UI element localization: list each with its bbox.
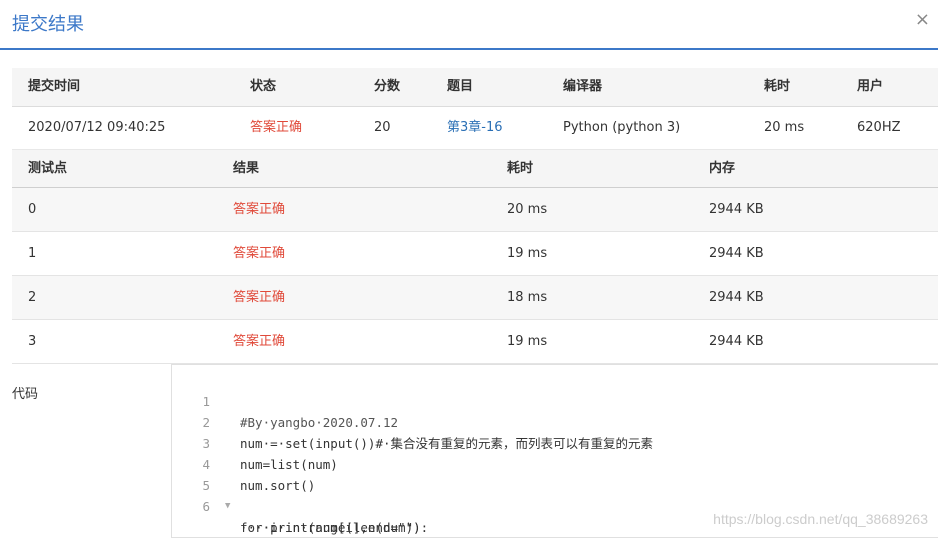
testpoint-result: 答案正确 <box>233 202 286 217</box>
testpoint-memory: 2944 KB <box>709 246 764 261</box>
code-line: 5 ▼ for·i·in·range(len(num)): <box>172 454 938 535</box>
testpoint-result: 答案正确 <box>233 334 286 349</box>
watermark: https://blog.csdn.net/qq_38689263 <box>713 511 928 527</box>
table-row: 0 答案正确 20 ms 2944 KB <box>12 188 938 232</box>
elapsed-value: 20 ms <box>764 120 805 135</box>
code-line: 2 num·=·set(input())#·集合没有重复的元素，而列表可以有重复… <box>172 391 938 451</box>
header-problem: 题目 <box>447 79 474 94</box>
summary-row: 2020/07/12 09:40:25 答案正确 20 第3章-16 Pytho… <box>12 107 938 150</box>
testpoint-id: 1 <box>28 246 37 261</box>
testpoint-time: 18 ms <box>507 290 548 305</box>
header-submit-time: 提交时间 <box>28 79 81 94</box>
table-row: 1 答案正确 19 ms 2944 KB <box>12 232 938 276</box>
testpoint-id: 0 <box>28 202 37 217</box>
summary-header-row: 提交时间 状态 分数 题目 编译器 耗时 用户 <box>12 68 938 107</box>
fold-arrow-icon[interactable]: ▼ <box>225 496 230 517</box>
status-accepted: 答案正确 <box>250 120 303 135</box>
compiler-value: Python (python 3) <box>563 120 681 135</box>
dialog-header: 提交结果 × <box>0 0 938 50</box>
testpoint-time: 20 ms <box>507 202 548 217</box>
testpoint-id: 3 <box>28 334 37 349</box>
header-testpoint: 测试点 <box>28 161 68 176</box>
score-value: 20 <box>374 120 391 135</box>
submit-time: 2020/07/12 09:40:25 <box>28 120 166 135</box>
problem-link[interactable]: 第3章-16 <box>447 107 503 149</box>
testpoint-memory: 2944 KB <box>709 334 764 349</box>
user-value: 620HZ <box>857 120 901 135</box>
dialog-title: 提交结果 <box>12 14 84 35</box>
header-memory: 内存 <box>709 161 736 176</box>
testpoint-result: 答案正确 <box>233 290 286 305</box>
code-line: 4 num.sort() <box>172 433 938 493</box>
code-line: 6 ····print(num[i],end="") <box>172 475 938 535</box>
header-elapsed: 耗时 <box>764 79 791 94</box>
close-icon[interactable]: × <box>915 9 930 30</box>
code-text: ····print(num[i],end="") <box>240 520 421 535</box>
testpoint-time: 19 ms <box>507 246 548 261</box>
table-row: 3 答案正确 19 ms 2944 KB <box>12 320 938 364</box>
header-time: 耗时 <box>507 161 534 176</box>
testpoint-result: 答案正确 <box>233 246 286 261</box>
header-result: 结果 <box>233 161 260 176</box>
code-line: 1 #By·yangbo·2020.07.12 <box>172 370 938 430</box>
testpoint-header-row: 测试点 结果 耗时 内存 <box>12 150 938 188</box>
testpoint-memory: 2944 KB <box>709 202 764 217</box>
header-score: 分数 <box>374 79 401 94</box>
code-line: 3 num=list(num) <box>172 412 938 472</box>
testpoint-id: 2 <box>28 290 37 305</box>
header-user: 用户 <box>857 79 884 94</box>
header-compiler: 编译器 <box>563 79 603 94</box>
table-row: 2 答案正确 18 ms 2944 KB <box>12 276 938 320</box>
code-label: 代码 <box>12 387 39 402</box>
testpoint-time: 19 ms <box>507 334 548 349</box>
header-status: 状态 <box>250 79 277 94</box>
line-number: 6 <box>202 499 210 514</box>
testpoint-memory: 2944 KB <box>709 290 764 305</box>
